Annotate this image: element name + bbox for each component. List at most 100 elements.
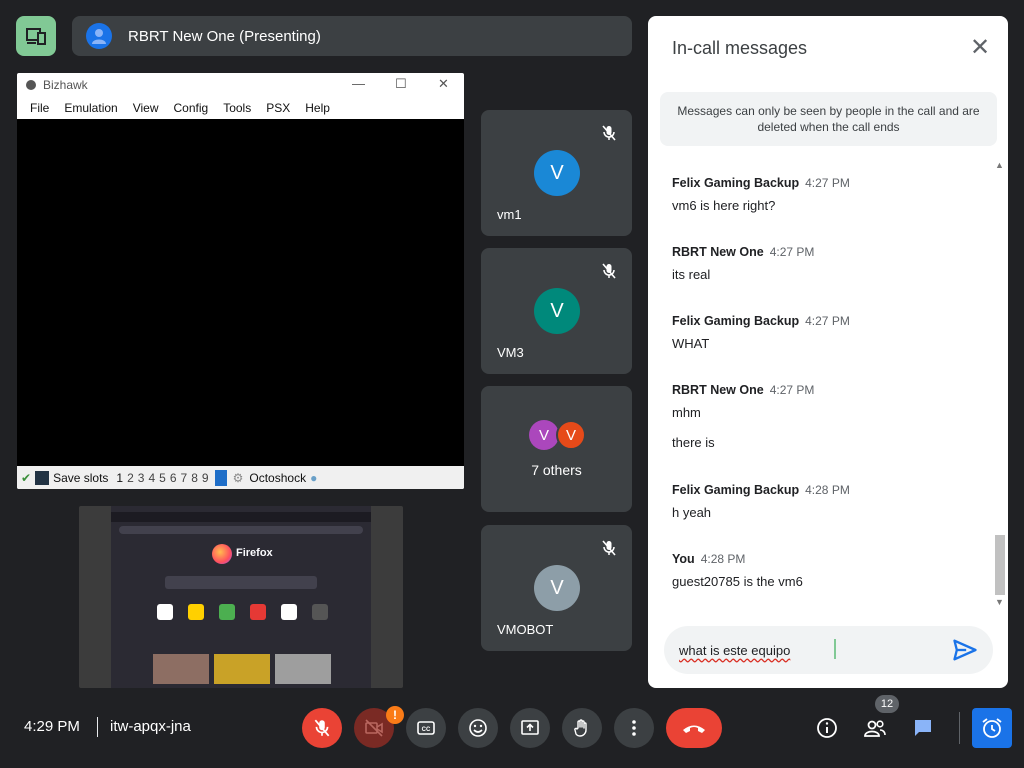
participant-tile-others[interactable]: V V 7 others bbox=[481, 386, 632, 512]
toggle-microphone-button[interactable] bbox=[302, 708, 342, 748]
firefox-logo-icon bbox=[212, 544, 232, 564]
message-text: its real bbox=[672, 267, 711, 282]
mic-off-icon bbox=[602, 263, 616, 279]
captions-button[interactable]: CC bbox=[406, 708, 446, 748]
firefox-brand: Firefox bbox=[236, 547, 273, 559]
chat-panel: In-call messages ✕ Messages can only be … bbox=[648, 16, 1008, 688]
layout-button[interactable] bbox=[16, 16, 56, 56]
divider bbox=[97, 717, 98, 737]
firefox-window: Firefox bbox=[111, 506, 371, 688]
message-sender: RBRT New One bbox=[672, 383, 764, 397]
message-time: 4:27 PM bbox=[805, 314, 850, 328]
story-image bbox=[153, 654, 209, 684]
chat-scrollbar[interactable]: ▲ ▼ bbox=[992, 160, 1008, 610]
close-icon: ✕ bbox=[438, 76, 449, 91]
participant-name: VMOBOT bbox=[497, 622, 554, 637]
slot-6: 6 bbox=[169, 470, 177, 485]
participant-avatar: V bbox=[534, 288, 580, 334]
participant-avatar: V bbox=[534, 565, 580, 611]
scroll-thumb[interactable] bbox=[995, 535, 1005, 595]
bizhawk-statusbar: ✔ Save slots 1 2 3 4 5 6 7 8 9 ⚙ Octosho… bbox=[17, 466, 464, 489]
save-slots-label: Save slots bbox=[53, 470, 109, 485]
reactions-button[interactable] bbox=[458, 708, 498, 748]
bizhawk-game-screen bbox=[17, 119, 464, 466]
message-time: 4:27 PM bbox=[769, 383, 815, 397]
chat-input-text: what is este equipo bbox=[679, 642, 791, 658]
presenter-name: RBRT New One (Presenting) bbox=[128, 27, 321, 45]
bizhawk-menubar: File Emulation View Config Tools PSX Hel… bbox=[17, 97, 464, 119]
story-image bbox=[214, 654, 270, 684]
slot-3: 3 bbox=[137, 470, 145, 485]
scroll-up-icon[interactable]: ▲ bbox=[995, 160, 1004, 170]
leave-call-button[interactable] bbox=[666, 708, 722, 748]
firefox-tabstrip bbox=[111, 512, 371, 522]
mic-off-icon bbox=[314, 719, 330, 737]
scroll-down-icon[interactable]: ▼ bbox=[995, 597, 1004, 607]
participant-tile-vm1[interactable]: V vm1 bbox=[481, 110, 632, 236]
camera-off-icon bbox=[365, 719, 383, 737]
shortcut-tile-icon bbox=[219, 604, 235, 620]
mic-off-icon bbox=[602, 540, 616, 556]
bizhawk-menu-tools: Tools bbox=[223, 101, 252, 115]
message-text: h yeah bbox=[672, 505, 712, 520]
present-screen-button[interactable] bbox=[510, 708, 550, 748]
hand-icon bbox=[574, 719, 587, 737]
meeting-code: itw-apqx-jna bbox=[110, 718, 191, 735]
participant-name: VM3 bbox=[497, 345, 524, 360]
chat-message: RBRT New One 4:27 PM its real bbox=[672, 243, 814, 282]
slot-7: 7 bbox=[180, 470, 188, 485]
present-icon bbox=[521, 720, 539, 735]
message-time: 4:27 PM bbox=[769, 245, 815, 259]
participant-tile-vm3[interactable]: V VM3 bbox=[481, 248, 632, 374]
svg-text:CC: CC bbox=[422, 727, 431, 733]
presenter-avatar bbox=[86, 23, 112, 49]
slot-9: 9 bbox=[201, 470, 209, 485]
bizhawk-menu-emulation: Emulation bbox=[64, 101, 118, 115]
activities-button[interactable] bbox=[972, 708, 1012, 748]
shortcut-amazon-icon bbox=[157, 604, 173, 620]
plugin-icon: ⚙ bbox=[232, 470, 244, 485]
slot-8: 8 bbox=[191, 470, 198, 485]
raise-hand-button[interactable] bbox=[562, 708, 602, 748]
people-button[interactable]: 12 bbox=[855, 695, 899, 748]
bizhawk-title: Bizhawk bbox=[43, 78, 88, 92]
chat-message: You 4:28 PM guest20785 is the vm6 bbox=[672, 550, 803, 589]
minimize-icon: — bbox=[352, 76, 365, 91]
message-sender: Felix Gaming Backup bbox=[672, 483, 800, 497]
participant-name: vm1 bbox=[497, 207, 522, 222]
devices-icon bbox=[26, 28, 46, 45]
bizhawk-menu-config: Config bbox=[173, 101, 209, 115]
maximize-icon: ☐ bbox=[395, 76, 407, 91]
bizhawk-menu-psx: PSX bbox=[266, 101, 291, 115]
shared-screen-bizhawk: Bizhawk — ☐ ✕ File Emulation View Config… bbox=[17, 73, 464, 489]
shortcut-google-icon bbox=[281, 604, 297, 620]
message-sender: You bbox=[672, 552, 695, 566]
chat-message: Felix Gaming Backup 4:27 PM WHAT bbox=[672, 312, 850, 351]
meeting-details-button[interactable] bbox=[807, 708, 847, 748]
close-chat-button[interactable]: ✕ bbox=[968, 36, 992, 60]
chat-icon bbox=[915, 720, 931, 736]
toggle-camera-button[interactable]: ! bbox=[354, 706, 404, 748]
people-count-badge: 12 bbox=[875, 695, 899, 713]
check-icon: ✔ bbox=[21, 470, 32, 485]
presenter-banner[interactable]: RBRT New One (Presenting) bbox=[72, 16, 632, 56]
chat-button[interactable] bbox=[903, 708, 943, 748]
shortcut-tile-icon bbox=[312, 604, 328, 620]
camera-alert-badge: ! bbox=[386, 706, 404, 724]
message-time: 4:28 PM bbox=[700, 552, 746, 566]
chat-message-input[interactable]: what is este equipo bbox=[664, 626, 993, 674]
message-sender: Felix Gaming Backup bbox=[672, 314, 800, 328]
blue-indicator-icon bbox=[214, 469, 227, 486]
send-icon[interactable] bbox=[951, 636, 979, 664]
hang-up-icon bbox=[683, 725, 705, 733]
shortcut-youtube-icon bbox=[250, 604, 266, 620]
shared-screen-thumbnail[interactable]: Firefox bbox=[79, 506, 403, 688]
emoji-icon bbox=[469, 719, 487, 737]
slot-1: 1 bbox=[116, 470, 124, 485]
mic-off-icon bbox=[602, 125, 616, 141]
more-options-button[interactable] bbox=[614, 708, 654, 748]
participant-tile-vmobot[interactable]: V VMOBOT bbox=[481, 525, 632, 651]
core-name: Octoshock bbox=[249, 470, 307, 485]
slot-4: 4 bbox=[148, 470, 156, 485]
captions-icon: CC bbox=[417, 721, 435, 735]
